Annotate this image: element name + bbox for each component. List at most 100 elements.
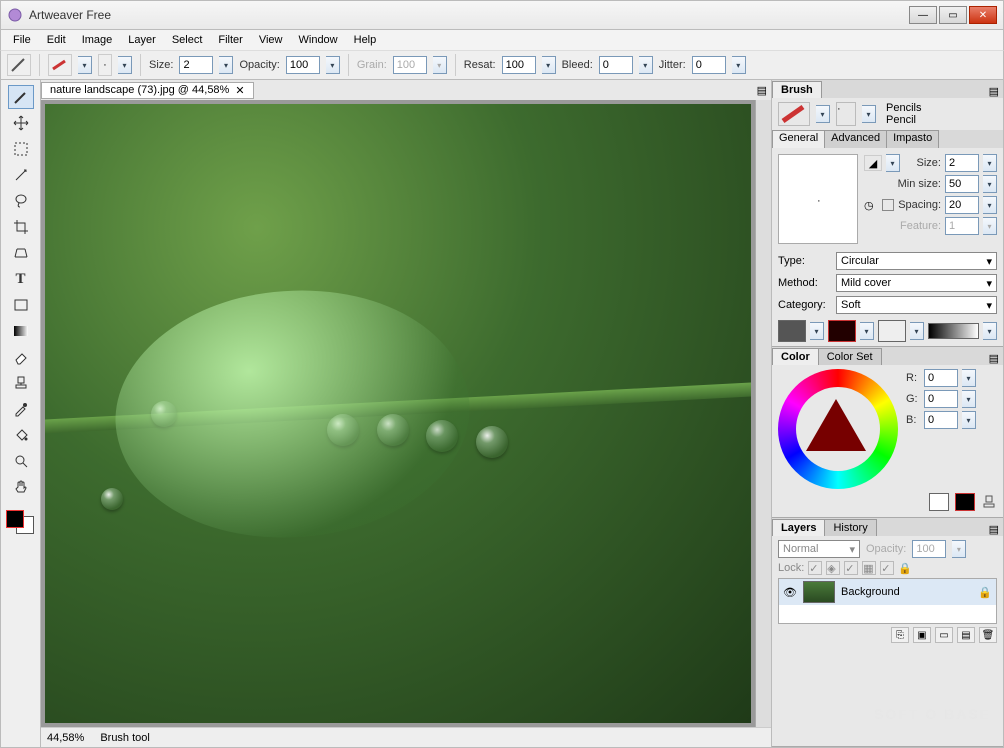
prop-size-drop[interactable]: ▾ xyxy=(983,154,997,172)
texture-drop-3[interactable]: ▾ xyxy=(910,322,924,340)
opt-bleed-drop[interactable]: ▾ xyxy=(639,56,653,74)
canvas[interactable] xyxy=(45,104,751,723)
layers-panel-menu-icon[interactable]: ▤ xyxy=(985,523,1003,536)
gradient-preview[interactable] xyxy=(928,323,979,339)
lock-trans-checkbox[interactable]: ✓ xyxy=(844,561,858,575)
layer-thumbnail[interactable] xyxy=(803,581,835,603)
subtab-impasto[interactable]: Impasto xyxy=(886,130,939,148)
opt-resat-input[interactable]: 100 xyxy=(502,56,536,74)
tip-preview-icon[interactable]: · xyxy=(98,54,112,76)
layer-mask-button[interactable]: ▣ xyxy=(913,627,931,643)
brush-panel-menu-icon[interactable]: ▤ xyxy=(985,85,1003,98)
minimize-button[interactable]: — xyxy=(909,6,937,24)
shape-tool[interactable] xyxy=(8,293,34,317)
g-input[interactable]: 0 xyxy=(924,390,958,408)
lock-position-checkbox[interactable]: ◈ xyxy=(826,561,840,575)
opt-resat-drop[interactable]: ▾ xyxy=(542,56,556,74)
layer-group-button[interactable]: ▭ xyxy=(935,627,953,643)
layer-name[interactable]: Background xyxy=(841,586,900,598)
zoom-tool[interactable] xyxy=(8,449,34,473)
eye-icon[interactable]: 👁 xyxy=(783,586,797,599)
b-input[interactable]: 0 xyxy=(924,411,958,429)
color-triangle[interactable] xyxy=(806,399,866,451)
close-button[interactable]: ✕ xyxy=(969,6,997,24)
tip-shape-drop[interactable]: ▾ xyxy=(886,154,900,172)
brush-tool[interactable] xyxy=(8,85,34,109)
layer-row[interactable]: 👁 Background 🔒 xyxy=(779,579,996,605)
texture-swatch-1[interactable] xyxy=(778,320,806,342)
selection-tool[interactable] xyxy=(8,137,34,161)
vertical-scrollbar[interactable] xyxy=(755,100,771,727)
method-select[interactable]: Mild cover▾ xyxy=(836,274,997,292)
clock-icon[interactable]: ◷ xyxy=(864,199,878,212)
category-select[interactable]: Soft▾ xyxy=(836,296,997,314)
menu-image[interactable]: Image xyxy=(74,32,121,48)
subtab-advanced[interactable]: Advanced xyxy=(824,130,887,148)
eraser-tool[interactable] xyxy=(8,345,34,369)
foreground-color-swatch[interactable] xyxy=(6,510,24,528)
brush-preview-icon[interactable] xyxy=(48,54,72,76)
menu-edit[interactable]: Edit xyxy=(39,32,74,48)
lasso-tool[interactable] xyxy=(8,189,34,213)
color-wheel[interactable] xyxy=(778,369,898,489)
menu-file[interactable]: File xyxy=(5,32,39,48)
stamp-tool[interactable] xyxy=(8,371,34,395)
texture-drop-2[interactable]: ▾ xyxy=(860,322,874,340)
opt-size-drop[interactable]: ▾ xyxy=(219,56,233,74)
texture-swatch-3[interactable] xyxy=(878,320,906,342)
perspective-tool[interactable] xyxy=(8,241,34,265)
menu-view[interactable]: View xyxy=(251,32,291,48)
color-bg-swatch[interactable] xyxy=(929,493,949,511)
brush-category-icon[interactable] xyxy=(778,102,810,126)
wand-tool[interactable] xyxy=(8,163,34,187)
prop-spacing-drop[interactable]: ▾ xyxy=(983,196,997,214)
eyedropper-tool[interactable] xyxy=(8,397,34,421)
close-tab-icon[interactable]: ✕ xyxy=(235,84,244,97)
tab-layers[interactable]: Layers xyxy=(772,519,825,536)
r-drop[interactable]: ▾ xyxy=(962,369,976,387)
color-swatches[interactable] xyxy=(6,510,36,536)
text-tool[interactable]: T xyxy=(8,267,34,291)
opt-size-input[interactable]: 2 xyxy=(179,56,213,74)
gradient-drop[interactable]: ▾ xyxy=(983,322,997,340)
opt-opacity-input[interactable]: 100 xyxy=(286,56,320,74)
doc-menu-icon[interactable]: ▤ xyxy=(753,84,771,97)
hand-tool[interactable] xyxy=(8,475,34,499)
tip-shape-icon[interactable]: ◢ xyxy=(864,155,882,171)
tab-history[interactable]: History xyxy=(824,519,876,536)
move-tool[interactable] xyxy=(8,111,34,135)
menu-select[interactable]: Select xyxy=(164,32,211,48)
menu-help[interactable]: Help xyxy=(346,32,385,48)
document-tab[interactable]: nature landscape (73).jpg @ 44,58% ✕ xyxy=(41,82,254,99)
g-drop[interactable]: ▾ xyxy=(962,390,976,408)
stamp-icon[interactable] xyxy=(981,494,997,510)
prop-spacing-input[interactable]: 20 xyxy=(945,196,979,214)
prop-minsize-drop[interactable]: ▾ xyxy=(983,175,997,193)
opt-jitter-input[interactable]: 0 xyxy=(692,56,726,74)
r-input[interactable]: 0 xyxy=(924,369,958,387)
menu-filter[interactable]: Filter xyxy=(210,32,250,48)
lock-pixels-checkbox[interactable]: ✓ xyxy=(808,561,822,575)
gradient-tool[interactable] xyxy=(8,319,34,343)
brush-category-drop[interactable]: ▾ xyxy=(816,105,830,123)
prop-minsize-input[interactable]: 50 xyxy=(945,175,979,193)
blend-mode-select[interactable]: Normal▾ xyxy=(778,540,860,558)
color-panel-menu-icon[interactable]: ▤ xyxy=(985,352,1003,365)
crop-tool[interactable] xyxy=(8,215,34,239)
maximize-button[interactable]: ▭ xyxy=(939,6,967,24)
brush-tip-icon[interactable]: · xyxy=(836,102,856,126)
tab-color-set[interactable]: Color Set xyxy=(818,348,882,365)
tab-color[interactable]: Color xyxy=(772,348,819,365)
b-drop[interactable]: ▾ xyxy=(962,411,976,429)
layer-link-button[interactable]: ⎘ xyxy=(891,627,909,643)
opt-opacity-drop[interactable]: ▾ xyxy=(326,56,340,74)
bucket-tool[interactable] xyxy=(8,423,34,447)
layer-delete-button[interactable]: 🗑 xyxy=(979,627,997,643)
tip-preview-dropdown[interactable]: ▾ xyxy=(118,56,132,74)
menu-layer[interactable]: Layer xyxy=(120,32,164,48)
color-fg-swatch[interactable] xyxy=(955,493,975,511)
layer-new-button[interactable]: ▤ xyxy=(957,627,975,643)
spacing-checkbox[interactable] xyxy=(882,199,894,211)
opt-bleed-input[interactable]: 0 xyxy=(599,56,633,74)
lock-all-checkbox[interactable]: ▦ xyxy=(862,561,876,575)
